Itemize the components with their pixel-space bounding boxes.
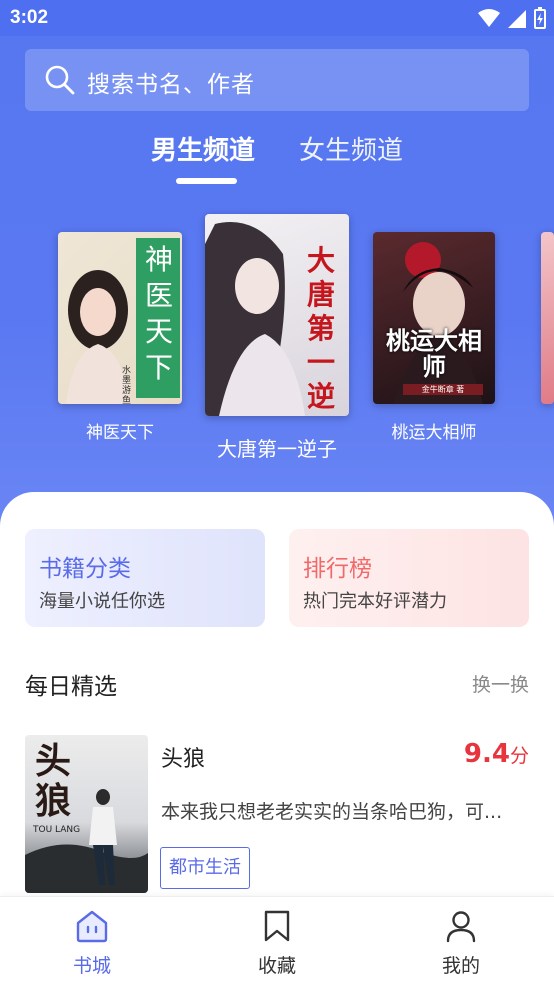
book-cover-title: 大唐第一逆子 (306, 244, 335, 416)
book-cover-subtitle: TOU LANG (33, 825, 81, 835)
book-title-2[interactable]: 大唐第一逆子 (205, 433, 349, 462)
search-placeholder: 搜索书名、作者 (87, 72, 255, 98)
signal-icon (508, 10, 526, 28)
book-score: 9.4分 (464, 739, 529, 769)
book-cover-title: 神医天下 (144, 243, 173, 384)
book-cover-title: 头狼 (35, 740, 72, 822)
tab-female-channel[interactable]: 女生频道 (299, 130, 403, 167)
category-card[interactable]: 书籍分类 海量小说任你选 (25, 529, 265, 627)
refresh-button[interactable]: 换一换 (472, 670, 529, 697)
user-icon (446, 911, 476, 943)
nav-profile[interactable]: 我的 (411, 909, 511, 978)
active-tab-indicator (176, 178, 237, 184)
battery-icon (534, 7, 546, 29)
nav-bookstore[interactable]: 书城 (42, 909, 142, 978)
book-title-3[interactable]: 桃运大相师 (373, 418, 495, 443)
nav-favorites[interactable]: 收藏 (227, 909, 327, 978)
card-subtitle: 海量小说任你选 (39, 591, 165, 612)
book-cover-2[interactable]: 大唐第一逆子 (205, 214, 349, 416)
card-subtitle: 热门完本好评潜力 (303, 591, 447, 612)
score-value: 9.4 (463, 739, 510, 769)
bottom-nav: 书城 收藏 我的 (0, 896, 554, 984)
nav-label: 收藏 (257, 955, 296, 977)
book-cover-3[interactable]: 桃运大相师 金牛断章 著 (373, 232, 495, 404)
book-cover-1[interactable]: 神医天下 水墨游鱼 著 (58, 232, 182, 404)
tab-male-channel[interactable]: 男生频道 (151, 130, 255, 167)
wifi-icon (478, 9, 500, 27)
genre-tag[interactable]: 都市生活 (160, 847, 250, 889)
search-input[interactable]: 搜索书名、作者 (25, 49, 529, 111)
book-cover-author: 水墨游鱼 著 (122, 366, 132, 404)
status-bar: 3:02 (0, 0, 554, 36)
bookstore-icon (76, 910, 108, 943)
bookmark-icon (264, 910, 290, 942)
search-icon (45, 65, 75, 95)
nav-label: 书城 (72, 955, 111, 977)
section-title: 每日精选 (25, 674, 117, 700)
score-unit: 分 (509, 745, 529, 767)
book-cover-title: 桃运大相师 (386, 327, 482, 381)
book-cover-4-partial[interactable] (541, 232, 554, 404)
card-title: 排行榜 (303, 556, 372, 582)
book-cover-author: 金牛断章 著 (403, 384, 483, 395)
recommended-book-cover[interactable]: 头狼 TOU LANG (25, 735, 148, 893)
recommended-book-title[interactable]: 头狼 (161, 741, 205, 773)
nav-label: 我的 (441, 955, 480, 977)
book-title-1[interactable]: 神医天下 (58, 418, 182, 443)
status-time: 3:02 (10, 7, 49, 28)
card-title: 书籍分类 (39, 556, 131, 582)
book-description: 本来我只想老老实实的当条哈巴狗，可... (161, 801, 503, 823)
ranking-card[interactable]: 排行榜 热门完本好评潜力 (289, 529, 529, 627)
